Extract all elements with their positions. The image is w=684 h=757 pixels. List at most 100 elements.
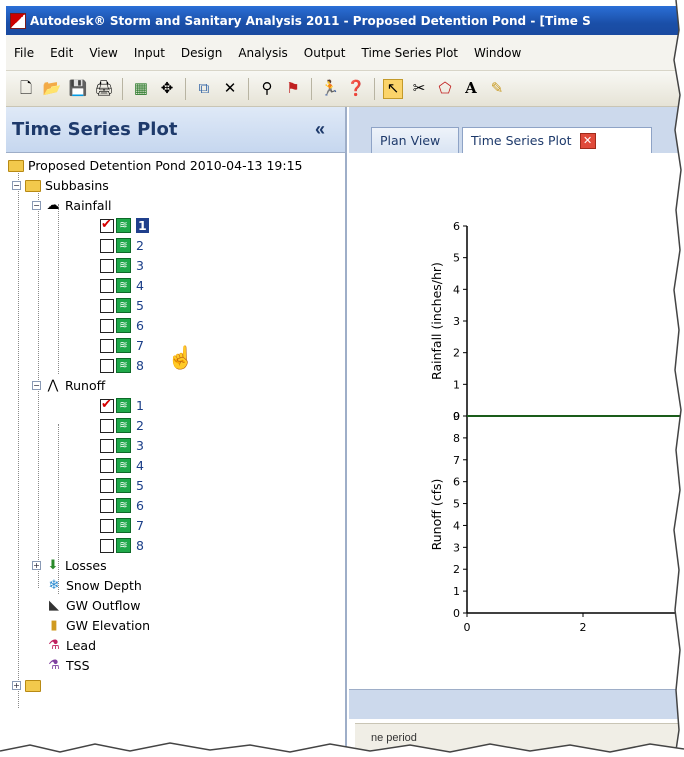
checkbox[interactable] xyxy=(100,217,114,233)
menu-file[interactable]: File xyxy=(14,46,34,60)
collapse-toggle-icon[interactable]: − xyxy=(32,381,41,390)
y-tick-label: 6 xyxy=(453,476,460,489)
checkbox[interactable] xyxy=(100,518,114,533)
tree-item-runoff-1[interactable]: ≋1 xyxy=(100,397,144,414)
checkbox[interactable] xyxy=(100,478,114,493)
menu-output[interactable]: Output xyxy=(304,46,346,60)
tree-node-lead[interactable]: ⚗ Lead xyxy=(46,637,96,654)
gw-elevation-icon: ▮ xyxy=(50,618,58,633)
checkbox[interactable] xyxy=(100,358,114,373)
collapse-toggle-icon[interactable]: − xyxy=(32,201,41,210)
tree-node-subbasins[interactable]: − Subbasins xyxy=(12,177,109,194)
tree-item-runoff-4[interactable]: ≋ 4 xyxy=(100,457,144,474)
print-icon[interactable]: 🖨 xyxy=(94,79,114,99)
tree-node-partial[interactable]: + xyxy=(12,677,45,694)
edit-vertex-icon[interactable]: ✂ xyxy=(409,79,429,99)
collapse-toggle-icon[interactable]: − xyxy=(12,181,21,190)
run-icon[interactable]: 🏃 xyxy=(320,79,340,99)
checkbox[interactable] xyxy=(100,258,114,273)
tree-item-rainfall-5[interactable]: ≋ 5 xyxy=(100,297,144,314)
tree-root[interactable]: Proposed Detention Pond 2010-04-13 19:15 xyxy=(8,157,302,174)
tree-node-gw-elevation[interactable]: ▮ GW Elevation xyxy=(46,617,150,634)
y-tick-label: 0 xyxy=(453,607,460,620)
tree-item-label: 1 xyxy=(136,218,149,233)
tree-item-runoff-6[interactable]: ≋ 6 xyxy=(100,497,144,514)
series-icon: ≋ xyxy=(116,238,131,253)
tree-item-rainfall-6[interactable]: ≋ 6 xyxy=(100,317,144,334)
tab-time-series-plot-label: Time Series Plot xyxy=(471,133,572,148)
tree-item-rainfall-4[interactable]: ≋ 4 xyxy=(100,277,144,294)
tree-node-losses[interactable]: + ⬇ Losses xyxy=(32,557,107,574)
tree-item-label: 5 xyxy=(136,298,144,313)
help-icon[interactable]: ❓ xyxy=(346,79,366,99)
menu-time-series-plot[interactable]: Time Series Plot xyxy=(361,46,458,60)
x-tick-label: 2 xyxy=(580,621,587,634)
tree-node-snow-depth[interactable]: ❄ Snow Depth xyxy=(46,577,142,594)
tree-connector-line xyxy=(18,168,19,708)
menu-design[interactable]: Design xyxy=(181,46,222,60)
checkbox[interactable] xyxy=(100,318,114,333)
collapse-panel-button[interactable]: « xyxy=(315,119,325,140)
checkbox[interactable] xyxy=(100,397,114,413)
polygon-icon[interactable]: ⬠ xyxy=(435,79,455,99)
tree-item-rainfall-7[interactable]: ≋ 7 xyxy=(100,337,144,354)
y-tick-label: 3 xyxy=(453,315,460,328)
new-icon[interactable]: 🗋 xyxy=(16,79,36,99)
close-tab-icon[interactable]: ✕ xyxy=(579,132,596,149)
delete-icon[interactable]: ✕ xyxy=(220,79,240,99)
find-icon[interactable]: ⚲ xyxy=(257,79,277,99)
tree-item-rainfall-1[interactable]: ≋1 xyxy=(100,217,149,234)
menu-edit[interactable]: Edit xyxy=(50,46,73,60)
tree-node-runoff-label: Runoff xyxy=(65,378,106,393)
checkbox[interactable] xyxy=(100,338,114,353)
series-icon: ≋ xyxy=(116,458,131,473)
menu-view[interactable]: View xyxy=(89,46,117,60)
checkbox[interactable] xyxy=(100,498,114,513)
tree-item-runoff-5[interactable]: ≋ 5 xyxy=(100,477,144,494)
filter-icon[interactable]: ⚑ xyxy=(283,79,303,99)
tree-item-rainfall-8[interactable]: ≋ 8 xyxy=(100,357,144,374)
snowflake-icon: ❄ xyxy=(48,578,60,593)
checkbox[interactable] xyxy=(100,438,114,453)
open-icon[interactable]: 📂 xyxy=(42,79,62,99)
tree-node-label: Losses xyxy=(65,558,107,573)
tab-plan-view[interactable]: Plan View xyxy=(371,127,459,153)
tree-node-label: Lead xyxy=(66,638,97,653)
tree-node-gw-outflow[interactable]: ◣ GW Outflow xyxy=(46,597,140,614)
ruler-icon[interactable]: ✎ xyxy=(487,79,507,99)
text-icon[interactable]: A xyxy=(461,79,481,99)
tree-item-runoff-7[interactable]: ≋ 7 xyxy=(100,517,144,534)
checkbox[interactable] xyxy=(100,458,114,473)
tree-node-rainfall[interactable]: − ☁ Rainfall xyxy=(32,197,111,214)
tree-item-runoff-2[interactable]: ≋ 2 xyxy=(100,417,144,434)
select-arrow-icon[interactable]: ↖ xyxy=(383,78,403,99)
tree-node-rainfall-label: Rainfall xyxy=(65,198,112,213)
expand-toggle-icon[interactable]: + xyxy=(12,681,21,690)
tab-time-series-plot[interactable]: Time Series Plot ✕ xyxy=(462,127,652,153)
checkbox[interactable] xyxy=(100,298,114,313)
menu-input[interactable]: Input xyxy=(134,46,165,60)
y-tick-label: 4 xyxy=(453,283,460,296)
menu-analysis[interactable]: Analysis xyxy=(238,46,287,60)
pan-icon[interactable]: ✥ xyxy=(157,79,177,99)
tree-item-rainfall-2[interactable]: ≋ 2 xyxy=(100,237,144,254)
tree-node-runoff[interactable]: − ⋀ Runoff xyxy=(32,377,105,394)
menu-window[interactable]: Window xyxy=(474,46,521,60)
series-icon: ≋ xyxy=(116,278,131,293)
checkbox[interactable] xyxy=(100,538,114,553)
y-tick-label: 8 xyxy=(453,432,460,445)
copy-icon[interactable]: ⧉ xyxy=(194,79,214,99)
tree-node-tss[interactable]: ⚗ TSS xyxy=(46,657,89,674)
tree-item-runoff-8[interactable]: ≋ 8 xyxy=(100,537,144,554)
checkbox[interactable] xyxy=(100,418,114,433)
tree-node-subbasins-label: Subbasins xyxy=(45,178,109,193)
expand-toggle-icon[interactable]: + xyxy=(32,561,41,570)
save-icon[interactable]: 💾 xyxy=(68,79,88,99)
tree-item-rainfall-3[interactable]: ≋ 3 xyxy=(100,257,144,274)
tree-item-runoff-3[interactable]: ≋ 3 xyxy=(100,437,144,454)
checkbox[interactable] xyxy=(100,238,114,253)
y-tick-label: 5 xyxy=(453,252,460,265)
grid-icon[interactable]: ▦ xyxy=(131,79,151,99)
y-axis-label-runoff: Runoff (cfs) xyxy=(429,479,444,551)
checkbox[interactable] xyxy=(100,278,114,293)
